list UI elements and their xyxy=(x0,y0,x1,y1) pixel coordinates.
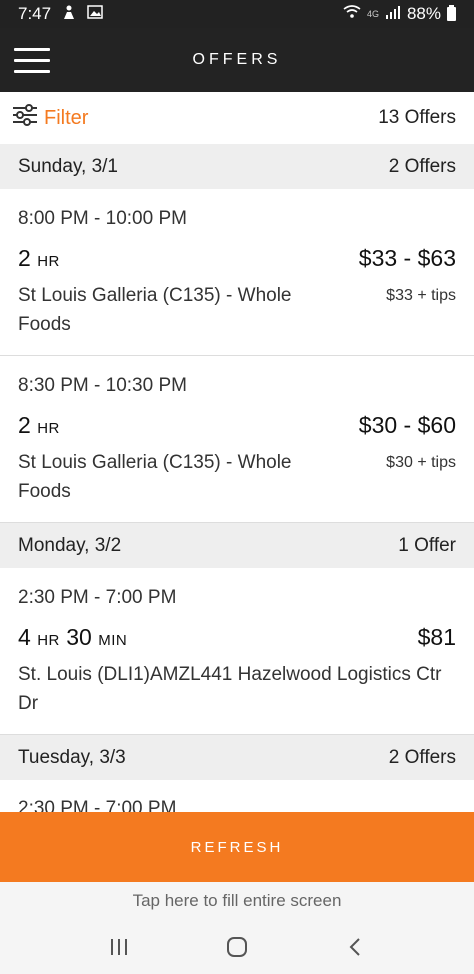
recent-apps-icon[interactable] xyxy=(99,927,139,967)
battery-icon xyxy=(447,5,456,21)
day-label: Sunday, 3/1 xyxy=(18,155,119,177)
offer-time: 8:00 PM - 10:00 PM xyxy=(18,208,187,229)
offer-time: 2:30 PM - 7:00 PM xyxy=(18,587,177,608)
offer-card[interactable]: 2:30 PM - 7:00 PM 4 HR 30 MIN $81 St. Lo… xyxy=(0,568,474,735)
app-header: OFFERS xyxy=(0,28,474,92)
day-header-sunday: Sunday, 3/1 2 Offers xyxy=(0,144,474,189)
offer-duration: 4 HR 30 MIN xyxy=(18,624,128,650)
offer-time: 8:30 PM - 10:30 PM xyxy=(18,375,187,396)
page-title: OFFERS xyxy=(192,51,282,68)
offer-tips: $33 + tips xyxy=(386,287,456,304)
sliders-icon xyxy=(12,104,38,132)
offer-duration: 2 HR xyxy=(18,412,60,438)
signal-icon xyxy=(385,4,401,24)
filter-row: Filter 13 Offers xyxy=(0,92,474,144)
day-header-monday: Monday, 3/2 1 Offer xyxy=(0,523,474,568)
day-offer-count: 2 Offers xyxy=(388,155,456,177)
battery-percent: 88% xyxy=(406,4,441,23)
filter-label: Filter xyxy=(44,106,89,129)
back-icon[interactable] xyxy=(335,927,375,967)
home-icon[interactable] xyxy=(217,927,257,967)
offer-tips: $30 + tips xyxy=(386,454,456,471)
offer-location: St Louis Galleria (C135) - Whole Foods xyxy=(18,285,292,335)
status-right: 4G 88% xyxy=(343,4,456,24)
offer-location-row: St Louis Galleria (C135) - Whole Foods $… xyxy=(18,448,456,506)
day-offer-count: 2 Offers xyxy=(388,746,456,768)
day-label: Tuesday, 3/3 xyxy=(18,746,126,768)
fill-screen-hint[interactable]: Tap here to fill entire screen xyxy=(0,882,474,920)
hamburger-menu-icon[interactable] xyxy=(14,48,50,74)
offer-card[interactable]: 8:30 PM - 10:30 PM 2 HR $30 - $60 St Lou… xyxy=(0,356,474,523)
offers-list[interactable]: Sunday, 3/1 2 Offers 8:00 PM - 10:00 PM … xyxy=(0,144,474,812)
system-nav-bar xyxy=(0,920,474,974)
wifi-icon xyxy=(343,4,361,24)
day-header-tuesday: Tuesday, 3/3 2 Offers xyxy=(0,735,474,780)
image-icon xyxy=(87,4,103,24)
offer-card[interactable]: 2:30 PM - 7:00 PM xyxy=(0,780,474,812)
offer-duration-price-row: 4 HR 30 MIN $81 xyxy=(18,624,456,654)
offer-location-row: St. Louis (DLI1)AMZL441 Hazelwood Logist… xyxy=(18,660,456,718)
total-offers-count: 13 Offers xyxy=(378,107,456,128)
offer-price: $33 - $63 xyxy=(358,245,456,271)
offer-duration: 2 HR xyxy=(18,245,60,271)
offer-card[interactable]: 8:00 PM - 10:00 PM 2 HR $33 - $63 St Lou… xyxy=(0,189,474,356)
refresh-button[interactable]: REFRESH xyxy=(0,812,474,882)
filter-button[interactable]: Filter xyxy=(12,104,88,132)
notification-icon xyxy=(61,4,77,25)
day-offer-count: 1 Offer xyxy=(398,534,456,556)
offer-location: St. Louis (DLI1)AMZL441 Hazelwood Logist… xyxy=(18,664,442,714)
network-type: 4G xyxy=(366,9,379,19)
offer-location-row: St Louis Galleria (C135) - Whole Foods $… xyxy=(18,281,456,339)
day-label: Monday, 3/2 xyxy=(18,534,122,556)
status-bar: 7:47 4G 88% xyxy=(0,0,474,28)
offer-price: $81 xyxy=(417,624,456,650)
status-time: 7:47 xyxy=(18,4,52,23)
offer-time: 2:30 PM - 7:00 PM xyxy=(18,798,177,812)
offer-location: St Louis Galleria (C135) - Whole Foods xyxy=(18,452,292,502)
offer-duration-price-row: 2 HR $30 - $60 xyxy=(18,412,456,442)
offer-price: $30 - $60 xyxy=(358,412,456,438)
status-left: 7:47 xyxy=(18,4,103,25)
offer-duration-price-row: 2 HR $33 - $63 xyxy=(18,245,456,275)
